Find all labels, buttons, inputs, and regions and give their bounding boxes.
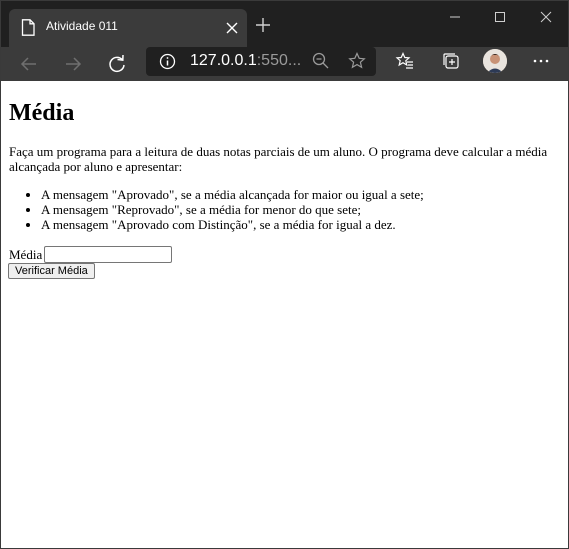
close-icon[interactable] (225, 21, 239, 35)
tab-strip: Atividade 011 (1, 1, 568, 47)
media-label: Média (9, 247, 43, 262)
forward-arrow-icon[interactable] (63, 54, 83, 74)
star-icon[interactable] (347, 51, 367, 71)
back-arrow-icon[interactable] (19, 54, 39, 74)
verify-average-button[interactable]: Verificar Média (8, 263, 95, 279)
page-description: Faça um programa para a leitura de duas … (9, 144, 548, 174)
plus-icon[interactable] (255, 17, 271, 33)
collections-icon[interactable] (441, 51, 461, 71)
zoom-out-icon[interactable] (311, 51, 331, 71)
list-item: A mensagem "Aprovado com Distinção", se … (41, 217, 424, 232)
list-item: A mensagem "Aprovado", se a média alcanç… (41, 187, 424, 202)
window-close-icon[interactable] (536, 7, 556, 27)
url-text[interactable]: 127.0.0.1:550... (190, 52, 301, 70)
browser-tab[interactable]: Atividade 011 (9, 9, 247, 47)
url-host: 127.0.0.1 (190, 52, 257, 69)
favorites-list-icon[interactable] (395, 51, 415, 71)
avatar[interactable] (483, 49, 507, 73)
media-input[interactable] (44, 246, 172, 263)
minimize-icon[interactable] (445, 7, 465, 27)
address-bar[interactable]: 127.0.0.1:550... (146, 47, 376, 76)
rules-list: A mensagem "Aprovado", se a média alcanç… (9, 187, 424, 232)
more-icon[interactable] (531, 51, 551, 71)
profile-picture (483, 49, 507, 73)
url-rest: :550... (256, 52, 302, 69)
browser-window: Atividade 011 127.0.0.1:550... Média Faç… (0, 0, 569, 549)
maximize-icon[interactable] (490, 7, 510, 27)
tab-title: Atividade 011 (46, 19, 118, 33)
info-icon[interactable] (159, 53, 176, 70)
page-icon (21, 19, 35, 36)
browser-toolbar: 127.0.0.1:550... (1, 47, 568, 81)
page-title: Média (9, 100, 75, 126)
list-item: A mensagem "Reprovado", se a média for m… (41, 202, 424, 217)
refresh-icon[interactable] (107, 54, 127, 74)
